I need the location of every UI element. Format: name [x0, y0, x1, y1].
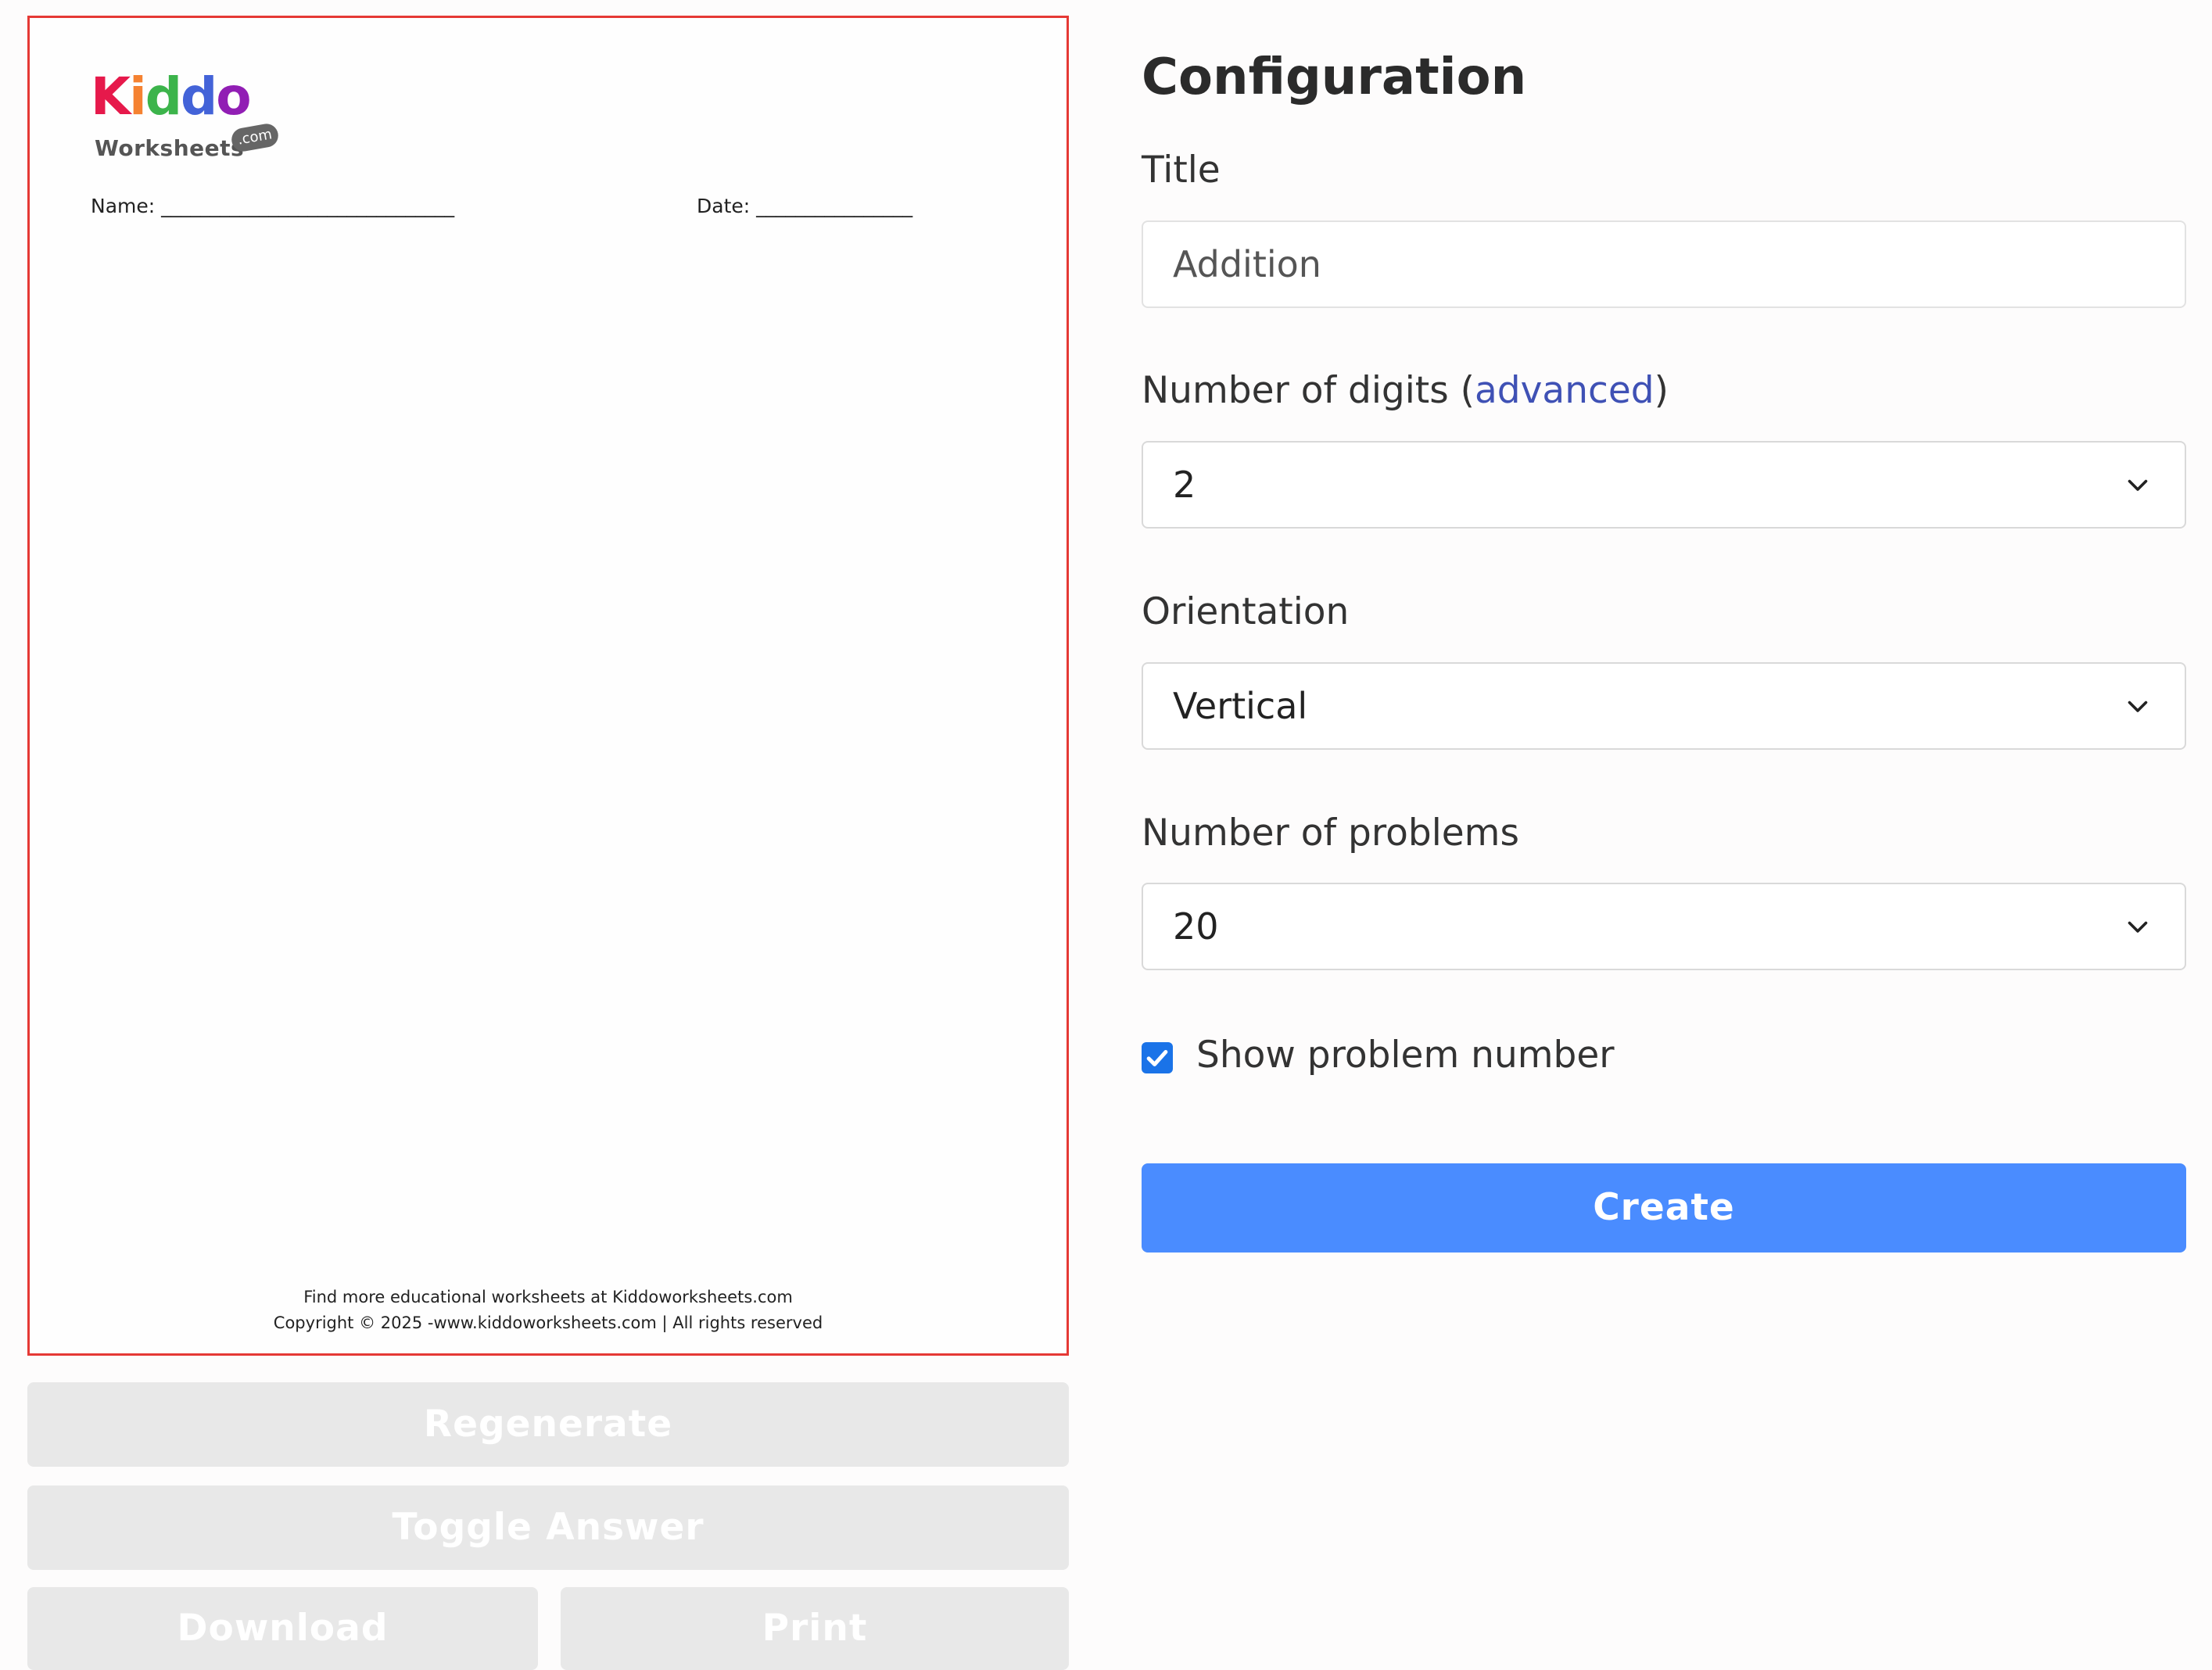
problems-select[interactable]: 20: [1142, 883, 2186, 970]
advanced-link[interactable]: advanced: [1475, 369, 1655, 412]
title-input-value: Addition: [1173, 243, 1321, 285]
worksheet-footer-copyright: Copyright © 2025 -www.kiddoworksheets.co…: [273, 1313, 823, 1332]
digits-label: Number of digits (advanced): [1142, 369, 1669, 412]
logo-subtitle: Worksheets: [95, 135, 245, 161]
toggle-answer-button[interactable]: Toggle Answer: [27, 1485, 1069, 1570]
chevron-down-icon: [2128, 701, 2148, 712]
checkmark-icon: [1146, 1050, 1168, 1066]
logo-wordmark: Kiddo: [91, 66, 252, 127]
problems-label: Number of problems: [1142, 812, 1519, 855]
download-button[interactable]: Download: [27, 1587, 538, 1670]
title-label: Title: [1142, 149, 1221, 192]
name-field-line: Name: ______________________________: [91, 195, 455, 217]
title-input[interactable]: Addition: [1142, 220, 2186, 308]
orientation-select-value: Vertical: [1173, 685, 1308, 727]
regenerate-button[interactable]: Regenerate: [27, 1382, 1069, 1467]
digits-label-text: Number of digits (: [1142, 369, 1475, 412]
worksheet-preview: Kiddo Worksheets .com Name: ____________…: [27, 16, 1069, 1356]
create-button[interactable]: Create: [1142, 1163, 2186, 1252]
chevron-down-icon: [2128, 921, 2148, 933]
digits-label-close: ): [1654, 369, 1669, 412]
show-problem-number-label[interactable]: Show problem number: [1196, 1034, 1615, 1077]
digits-select-value: 2: [1173, 464, 1196, 506]
worksheet-footer-promo: Find more educational worksheets at Kidd…: [303, 1288, 793, 1306]
date-field-line: Date: ________________: [697, 195, 913, 217]
show-problem-number-checkbox[interactable]: [1142, 1042, 1173, 1073]
digits-select[interactable]: 2: [1142, 441, 2186, 529]
orientation-label: Orientation: [1142, 590, 1350, 633]
print-button[interactable]: Print: [561, 1587, 1069, 1670]
chevron-down-icon: [2128, 479, 2148, 491]
logo-com-badge: .com: [229, 122, 281, 153]
orientation-select[interactable]: Vertical: [1142, 662, 2186, 750]
problems-select-value: 20: [1173, 905, 1219, 948]
configuration-heading: Configuration: [1142, 48, 1527, 106]
kiddo-logo: Kiddo Worksheets .com: [91, 71, 286, 165]
